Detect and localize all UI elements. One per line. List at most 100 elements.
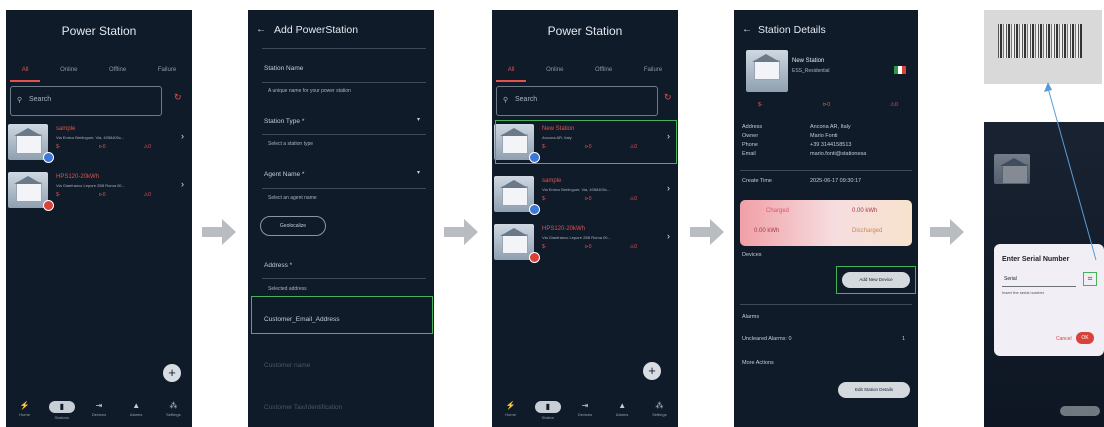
nav-alarms[interactable]: ▲ Alarms xyxy=(607,401,637,417)
customer-name-field[interactable]: Customer name xyxy=(264,362,310,369)
add-station-button[interactable]: + xyxy=(643,362,661,380)
station-thumbnail xyxy=(494,224,534,260)
chevron-right-icon: › xyxy=(181,179,184,189)
flow-arrow-icon xyxy=(444,219,478,245)
station-list-item[interactable]: HPS120-20kWh Via Gianfranco Lepore 25B R… xyxy=(492,222,678,266)
refresh-icon[interactable]: ↻ xyxy=(174,92,182,103)
scan-qr-icon[interactable]: ⌗ xyxy=(1083,272,1097,286)
devices-heading: Devices xyxy=(742,252,762,258)
nav-alarms[interactable]: ▲ Alarms xyxy=(121,401,151,417)
station-thumbnail xyxy=(8,172,48,208)
nav-devices[interactable]: ⇥ Devices xyxy=(84,401,114,417)
revenue-stat: $- xyxy=(758,102,763,108)
detail-value: Ancona AR, Italy xyxy=(810,124,851,130)
divider xyxy=(740,170,912,171)
status-tabs: All Online Offline Failure xyxy=(492,67,678,73)
divider xyxy=(262,134,426,135)
station-stats: $- ⊳0 ⚠0 xyxy=(542,244,637,250)
station-name-hint: A unique name for your power station xyxy=(268,88,351,94)
revenue-stat: $- xyxy=(542,244,547,250)
dropdown-arrow-icon: ▾ xyxy=(416,170,420,176)
discharged-label: Discharged xyxy=(852,228,883,234)
add-station-button[interactable]: + xyxy=(163,364,181,382)
screen-add-powerstation: ← Add PowerStation Station Name A unique… xyxy=(248,10,434,427)
ok-button[interactable]: OK xyxy=(1076,332,1094,344)
edit-station-button[interactable]: Edit Station Details xyxy=(838,382,910,398)
devices-icon: ⇥ xyxy=(581,401,589,410)
alarms-heading: Alarms xyxy=(742,314,760,320)
uncleared-alarms-row[interactable]: Uncleared Alarms: 0 xyxy=(742,336,792,342)
status-badge-icon xyxy=(43,200,54,211)
charged-value: 0.00 kWh xyxy=(852,208,878,214)
flow-arrow-icon xyxy=(930,219,964,245)
chevron-right-icon: › xyxy=(667,231,670,241)
bottom-nav: ⚡ Home ▮ Stations ⇥ Devices ▲ Alarms ⁂ Settin… xyxy=(6,397,192,427)
energy-summary-card: Charged 0.00 kWh 0.00 kWh Discharged xyxy=(740,200,912,246)
page-title: Add PowerStation xyxy=(274,24,359,36)
nav-home[interactable]: ⚡ Home xyxy=(10,401,40,417)
tab-all[interactable]: All xyxy=(508,67,515,73)
detail-row: Email mario.fonti@stationesa xyxy=(742,151,867,157)
station-name: sample xyxy=(56,126,76,132)
station-type-field[interactable]: Station Type * xyxy=(264,118,304,125)
settings-icon: ⁂ xyxy=(169,401,178,410)
nav-station[interactable]: ▮ Station xyxy=(533,401,563,420)
cancel-button[interactable]: Cancel xyxy=(1056,336,1072,342)
more-actions-heading: More Actions xyxy=(742,360,774,366)
alarm-stat: ⚠0 xyxy=(143,192,151,198)
nav-home[interactable]: ⚡ Home xyxy=(496,401,526,417)
tab-offline[interactable]: Offline xyxy=(595,67,612,73)
station-list-item[interactable]: sample Via Enrico Berlinguer, Via, 40584… xyxy=(492,174,678,218)
power-stat: ⊳0 xyxy=(98,192,106,198)
station-thumbnail xyxy=(8,124,48,160)
search-input[interactable]: ⚲ Search xyxy=(496,86,658,116)
tab-online[interactable]: Online xyxy=(60,67,77,73)
tab-all[interactable]: All xyxy=(22,67,29,73)
divider xyxy=(262,188,426,189)
discharged-value: 0.00 kWh xyxy=(754,228,780,234)
agent-name-field[interactable]: Agent Name * xyxy=(264,171,304,178)
station-address: Via Enrico Berlinguer, Via, 4058400c... xyxy=(56,135,125,140)
power-stat: ⊳0 xyxy=(584,244,592,250)
back-arrow-icon[interactable]: ← xyxy=(256,24,266,35)
divider xyxy=(262,82,426,83)
detail-value: +39 3144158513 xyxy=(810,142,852,148)
divider xyxy=(262,48,426,49)
geolocalize-button[interactable]: Geolocalize xyxy=(260,216,326,236)
back-arrow-icon[interactable]: ← xyxy=(742,24,752,35)
chevron-right-icon: › xyxy=(667,183,670,193)
tab-failure[interactable]: Failure xyxy=(644,67,662,73)
address-hint: Selected address xyxy=(268,286,307,292)
station-name: HPS120-20kWh xyxy=(542,226,586,232)
divider xyxy=(740,304,912,305)
nav-devices[interactable]: ⇥ Devices xyxy=(570,401,600,417)
tab-online[interactable]: Online xyxy=(546,67,563,73)
screen-power-station-list-updated: Power Station All Online Offline Failure… xyxy=(492,10,678,427)
search-input[interactable]: ⚲ Search xyxy=(10,86,162,116)
nav-settings[interactable]: ⁂ Settings xyxy=(644,401,674,417)
tab-offline[interactable]: Offline xyxy=(109,67,126,73)
station-stats: $- ⊳0 ⚠0 xyxy=(542,196,637,202)
agent-name-hint: Select an agent name xyxy=(268,195,317,201)
station-name-field[interactable]: Station Name xyxy=(264,65,303,72)
station-address: Via Enrico Berlinguer, Via, 4058400c... xyxy=(542,187,611,192)
station-list-item[interactable]: sample Via Enrico Berlinguer, Via, 40584… xyxy=(6,122,192,166)
customer-id-field[interactable]: Customer Tax/Identification xyxy=(264,404,342,411)
nav-settings[interactable]: ⁂ Settings xyxy=(158,401,188,417)
station-thumbnail xyxy=(994,154,1030,184)
tab-failure[interactable]: Failure xyxy=(158,67,176,73)
serial-hint: Insert the serial number xyxy=(1002,290,1045,295)
station-address: Via Gianfranco Lepore 25B Roma 00... xyxy=(542,235,611,240)
alarm-count: 1 xyxy=(902,336,906,342)
station-stats: $- ⊳0 ⚠0 xyxy=(56,192,151,198)
address-field[interactable]: Address * xyxy=(264,262,292,269)
divider xyxy=(262,278,426,279)
detail-row: Owner Mario Fonti xyxy=(742,133,838,139)
italy-flag-icon xyxy=(894,66,906,74)
refresh-icon[interactable]: ↻ xyxy=(664,92,672,103)
station-list-item[interactable]: HPS120-20kWh Via Gianfranco Lepore 25B R… xyxy=(6,170,192,214)
stations-icon: ▮ xyxy=(48,401,75,413)
dropdown-arrow-icon: ▾ xyxy=(416,117,420,123)
nav-stations[interactable]: ▮ Stations xyxy=(47,401,77,420)
serial-input[interactable]: Serial xyxy=(1002,272,1076,287)
